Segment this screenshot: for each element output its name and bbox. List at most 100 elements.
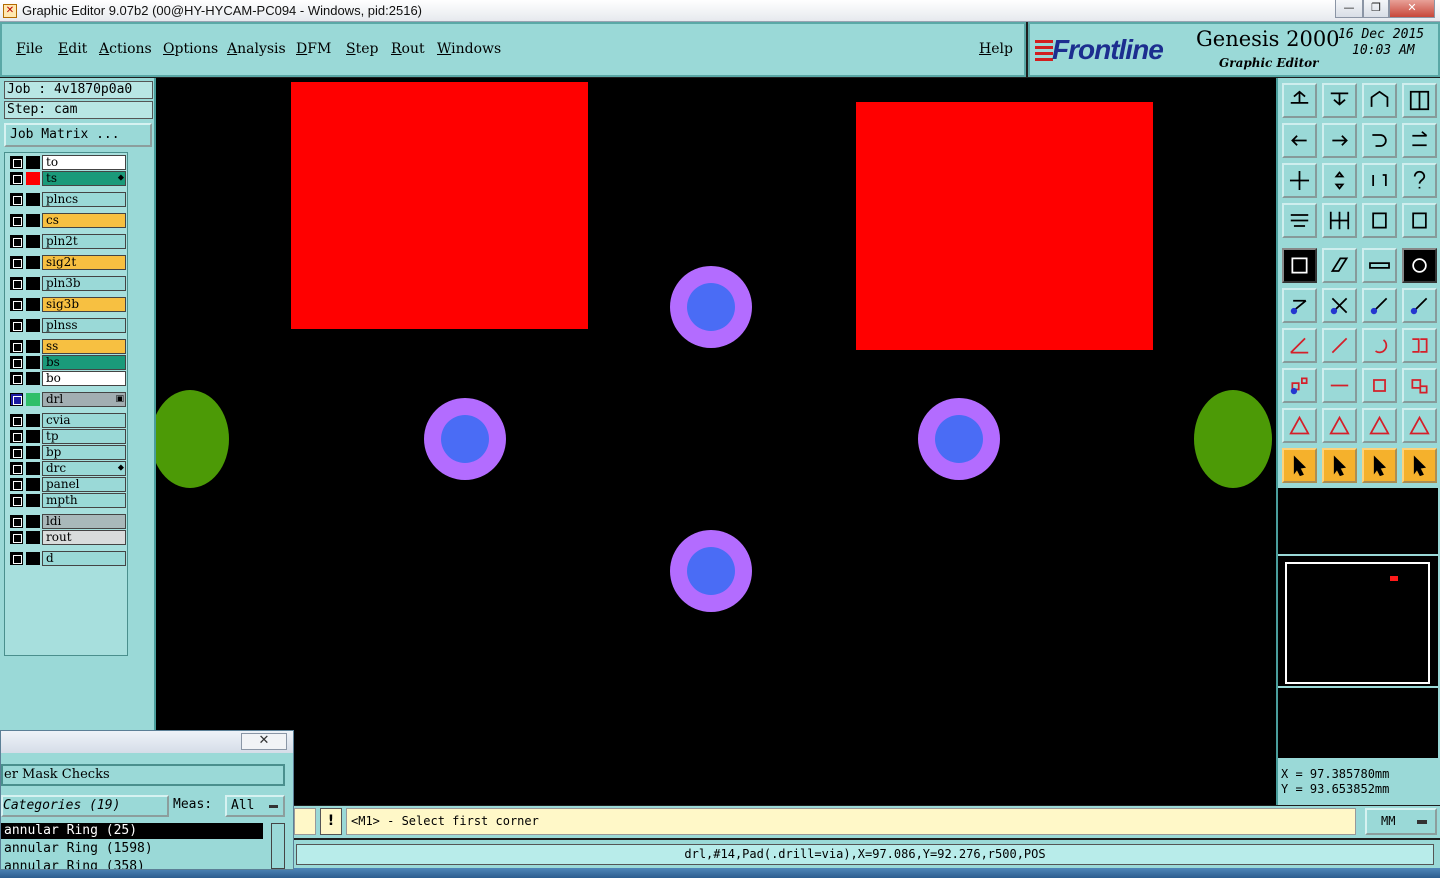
smd-pad-right[interactable] — [856, 102, 1153, 350]
layer-checkbox[interactable] — [10, 414, 23, 427]
pad-select-tool[interactable] — [1282, 248, 1317, 283]
diagonal-line-tool[interactable] — [1322, 328, 1357, 363]
layer-row-ss[interactable]: ss — [8, 339, 126, 354]
move-feature-tool[interactable] — [1282, 368, 1317, 403]
triangle-top-tool[interactable] — [1362, 408, 1397, 443]
menu-help[interactable]: Help — [979, 41, 1013, 57]
list-item[interactable]: annular Ring (25) — [1, 823, 263, 839]
green-pad-left[interactable] — [156, 390, 229, 488]
home-tool[interactable] — [1362, 83, 1397, 118]
layer-checkbox[interactable] — [10, 256, 23, 269]
shapes-tool[interactable] — [1402, 368, 1437, 403]
redraw-tool[interactable] — [1402, 123, 1437, 158]
layer-row-bo[interactable]: bo — [8, 371, 126, 386]
layer-checkbox[interactable] — [10, 356, 23, 369]
scale-1-2-tool[interactable] — [1362, 163, 1397, 198]
layer-checkbox[interactable] — [10, 430, 23, 443]
pointer-box-tool[interactable] — [1322, 448, 1357, 483]
layer-row-mpth[interactable]: mpth — [8, 493, 126, 508]
smd-pad-left[interactable] — [291, 82, 588, 329]
feature-filter-tool[interactable] — [1402, 203, 1437, 238]
menu-options[interactable]: Options — [163, 41, 218, 57]
connect-nodes-tool[interactable] — [1282, 288, 1317, 323]
categories-button[interactable]: Categories (19) — [1, 795, 169, 817]
layer-checkbox[interactable] — [10, 298, 23, 311]
graphic-canvas[interactable] — [156, 78, 1276, 805]
layer-row-plnss[interactable]: plnss — [8, 318, 126, 333]
menu-edit[interactable]: Edit — [58, 41, 87, 57]
list-item[interactable]: annular Ring (358) — [1, 859, 263, 869]
layer-checkbox[interactable] — [10, 172, 23, 185]
minimize-button[interactable]: — — [1335, 0, 1363, 18]
layer-row-bp[interactable]: bp — [8, 445, 126, 460]
zoom-back-tool[interactable] — [1282, 123, 1317, 158]
layer-row-ldi[interactable]: ldi — [8, 514, 126, 529]
zoom-center-tool[interactable] — [1322, 163, 1357, 198]
checks-close-button[interactable]: ✕ — [241, 733, 287, 750]
layer-row-bs[interactable]: bs — [8, 355, 126, 370]
select-filter-tool[interactable] — [1362, 203, 1397, 238]
open-step-tool[interactable] — [1322, 83, 1357, 118]
snap-settings-tool[interactable] — [1282, 203, 1317, 238]
via-right[interactable] — [918, 398, 1000, 480]
layer-row-ts[interactable]: ts ⬥ — [8, 171, 126, 186]
layer-checkbox[interactable] — [10, 156, 23, 169]
menu-analysis[interactable]: Analysis — [227, 41, 286, 57]
meas-select[interactable]: All — [225, 795, 285, 817]
layer-row-sig2t[interactable]: sig2t — [8, 255, 126, 270]
menu-dfm[interactable]: DFM — [296, 41, 331, 57]
edit-outline-tool[interactable] — [1322, 248, 1357, 283]
grid-tool[interactable] — [1322, 203, 1357, 238]
layer-checkbox[interactable] — [10, 372, 23, 385]
close-button[interactable]: ✕ — [1389, 0, 1435, 18]
rotate-arc-tool[interactable] — [1362, 328, 1397, 363]
align-tool[interactable] — [1402, 328, 1437, 363]
layer-row-pln3b[interactable]: pln3b — [8, 276, 126, 291]
triangle-point-tool[interactable] — [1322, 408, 1357, 443]
layer-checkbox[interactable] — [10, 393, 23, 406]
layer-checkbox[interactable] — [10, 235, 23, 248]
layer-checkbox[interactable] — [10, 494, 23, 507]
save-step-tool[interactable] — [1282, 83, 1317, 118]
menu-windows[interactable]: Windows — [437, 41, 501, 57]
undo-zoom-tool[interactable] — [1362, 123, 1397, 158]
layer-checkbox[interactable] — [10, 193, 23, 206]
layer-row-drc[interactable]: drc ⬥ — [8, 461, 126, 476]
layer-checkbox[interactable] — [10, 462, 23, 475]
layer-row-cvia[interactable]: cvia — [8, 413, 126, 428]
layer-row-drl[interactable]: drl ▣ — [8, 392, 126, 407]
via-bottom[interactable] — [670, 530, 752, 612]
zoom-fit-tool[interactable] — [1282, 163, 1317, 198]
layer-checkbox[interactable] — [10, 340, 23, 353]
pointer-circle-tool[interactable] — [1362, 448, 1397, 483]
pointer-network-tool[interactable] — [1402, 448, 1437, 483]
maximize-button[interactable]: ❐ — [1363, 0, 1389, 18]
board-overview[interactable] — [1278, 556, 1438, 686]
layer-checkbox[interactable] — [10, 277, 23, 290]
layer-row-to[interactable]: to — [8, 155, 126, 170]
layer-row-cs[interactable]: cs — [8, 213, 126, 228]
warning-icon[interactable]: ! — [320, 808, 342, 835]
menu-file[interactable]: File — [16, 41, 43, 57]
list-item[interactable]: annular Ring (1598) — [1, 841, 263, 857]
checks-scrollbar[interactable] — [271, 823, 285, 869]
green-pad-right[interactable] — [1194, 390, 1272, 488]
layer-checkbox[interactable] — [10, 214, 23, 227]
cross-node-tool[interactable] — [1322, 288, 1357, 323]
via-left[interactable] — [424, 398, 506, 480]
split-view-tool[interactable] — [1402, 83, 1437, 118]
layer-row-tp[interactable]: tp — [8, 429, 126, 444]
layer-row-rout[interactable]: rout — [8, 530, 126, 545]
line-node-tool[interactable] — [1362, 288, 1397, 323]
job-matrix-button[interactable]: Job Matrix ... — [4, 123, 152, 147]
pointer-tool[interactable] — [1282, 448, 1317, 483]
triangle-measure-tool[interactable] — [1282, 408, 1317, 443]
layer-checkbox[interactable] — [10, 446, 23, 459]
layer-checkbox[interactable] — [10, 478, 23, 491]
via-top[interactable] — [670, 266, 752, 348]
layer-checkbox[interactable] — [10, 531, 23, 544]
help-tool[interactable] — [1402, 163, 1437, 198]
horizontal-line-tool[interactable] — [1322, 368, 1357, 403]
unit-select[interactable]: MM — [1365, 808, 1437, 835]
layer-checkbox[interactable] — [10, 552, 23, 565]
